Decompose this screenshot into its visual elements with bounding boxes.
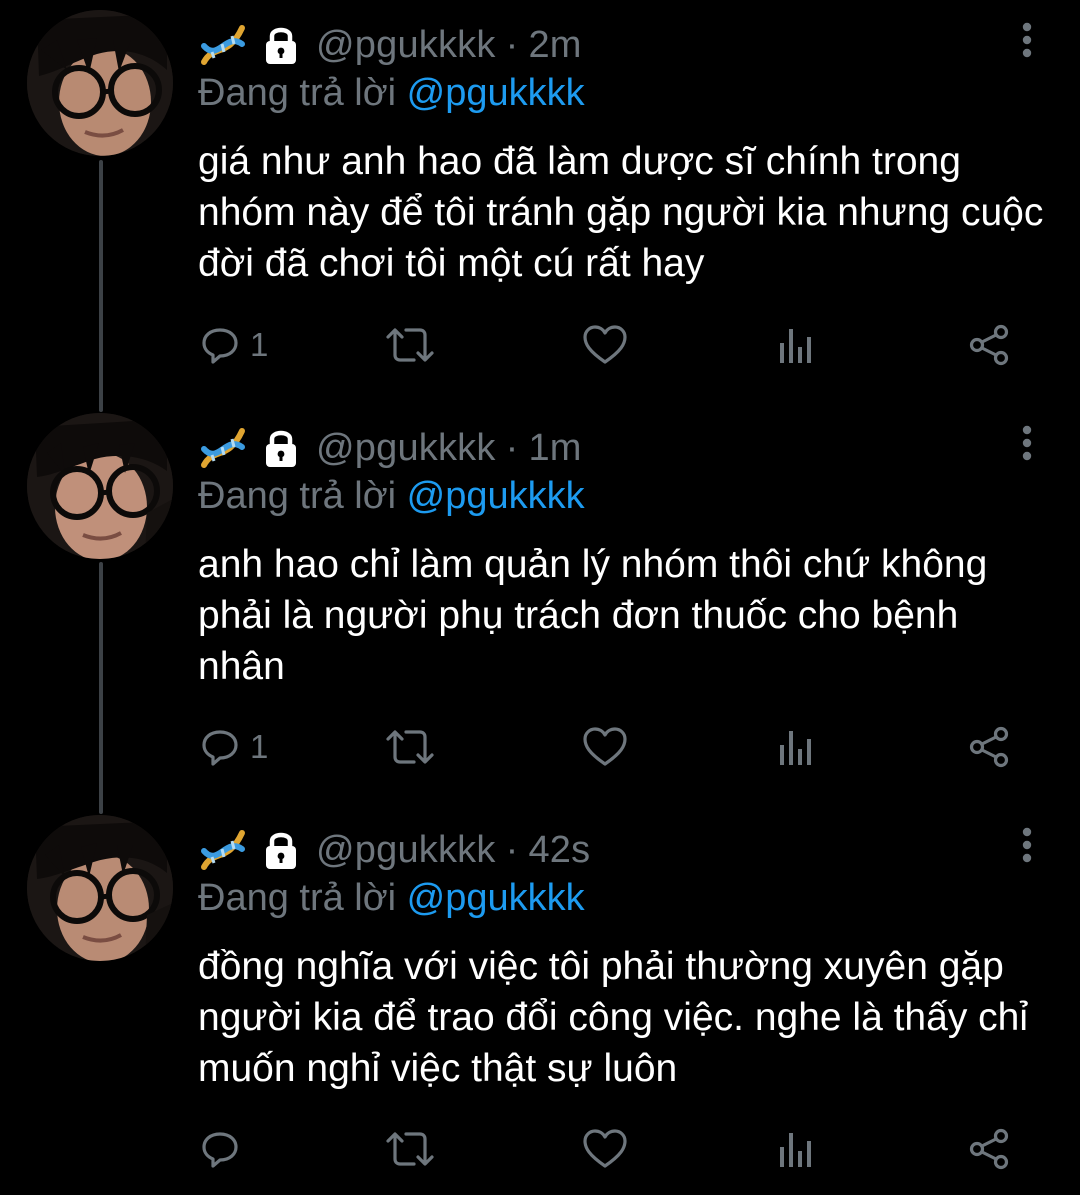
- separator-dot: ·: [505, 828, 519, 871]
- retweet-button[interactable]: [384, 1126, 436, 1172]
- analytics-icon: [780, 731, 811, 765]
- lock-icon: [266, 832, 296, 869]
- like-button[interactable]: [583, 1126, 627, 1172]
- like-button[interactable]: [583, 322, 627, 368]
- separator-dot: ·: [505, 23, 519, 66]
- replying-to-mention[interactable]: @pgukkkk: [407, 72, 585, 114]
- tweet[interactable]: @pgukkkk · 42s Đang trả lời @pgukkkk đồn…: [0, 805, 1080, 1195]
- avatar[interactable]: [27, 815, 173, 961]
- more-vertical-icon[interactable]: [1020, 425, 1034, 461]
- more-vertical-icon[interactable]: [1020, 827, 1034, 863]
- retweet-icon: [386, 328, 434, 362]
- tweet-text: anh hao chỉ làm quản lý nhóm thôi chứ kh…: [198, 543, 988, 688]
- separator-dot: ·: [505, 426, 519, 469]
- retweet-icon: [386, 1132, 434, 1166]
- share-button[interactable]: [968, 724, 1010, 770]
- tweet-text: đồng nghĩa với việc tôi phải thường xuyê…: [198, 945, 1029, 1090]
- heart-icon: [583, 727, 627, 766]
- replying-to-label: Đang trả lời: [198, 877, 397, 919]
- tweet-actions: 1: [200, 322, 1020, 368]
- share-button[interactable]: [968, 322, 1010, 368]
- tweet[interactable]: @pgukkkk · 1m Đang trả lời @pgukkkk anh …: [0, 403, 1080, 803]
- lock-icon: [266, 27, 296, 64]
- analytics-button[interactable]: [777, 1126, 817, 1172]
- tweet[interactable]: @pgukkkk · 2m Đang trả lời @pgukkkk giá …: [0, 0, 1080, 400]
- reply-button[interactable]: 1: [200, 322, 268, 368]
- like-button[interactable]: [583, 724, 627, 770]
- analytics-icon: [780, 1133, 811, 1167]
- analytics-button[interactable]: [777, 322, 817, 368]
- dna-emoji-icon: [201, 830, 245, 870]
- tweet-actions: 1: [200, 724, 1020, 770]
- reply-button[interactable]: 1: [200, 724, 268, 770]
- heart-icon: [583, 1129, 627, 1168]
- timestamp[interactable]: 1m: [528, 427, 581, 470]
- heart-icon: [583, 325, 627, 364]
- tweet-actions: [200, 1126, 1020, 1172]
- retweet-button[interactable]: [384, 724, 436, 770]
- tweet-header: @pgukkkk · 1m: [198, 423, 582, 473]
- reply-count: 1: [250, 326, 269, 363]
- dna-emoji-icon: [201, 25, 245, 65]
- dna-emoji-icon: [201, 428, 245, 468]
- analytics-button[interactable]: [777, 724, 817, 770]
- replying-to-label: Đang trả lời: [198, 475, 397, 517]
- reply-icon: [202, 328, 238, 364]
- replying-to: Đang trả lời @pgukkkk: [198, 877, 585, 920]
- replying-to-mention[interactable]: @pgukkkk: [407, 877, 585, 919]
- reply-button[interactable]: [200, 1126, 250, 1172]
- tweet-header: @pgukkkk · 42s: [198, 825, 590, 875]
- replying-to-label: Đang trả lời: [198, 72, 397, 114]
- tweet-header: @pgukkkk · 2m: [198, 20, 582, 70]
- reply-icon: [202, 730, 238, 766]
- reply-count: 1: [250, 728, 269, 765]
- timestamp[interactable]: 42s: [528, 829, 590, 872]
- reply-icon: [202, 1132, 238, 1168]
- author-handle[interactable]: @pgukkkk: [316, 829, 496, 872]
- analytics-icon: [780, 329, 811, 363]
- more-vertical-icon[interactable]: [1020, 22, 1034, 58]
- replying-to-mention[interactable]: @pgukkkk: [407, 475, 585, 517]
- author-handle[interactable]: @pgukkkk: [316, 427, 496, 470]
- retweet-button[interactable]: [384, 322, 436, 368]
- share-icon: [969, 1128, 1009, 1170]
- retweet-icon: [386, 730, 434, 764]
- avatar[interactable]: [27, 10, 173, 156]
- share-button[interactable]: [968, 1126, 1010, 1172]
- replying-to: Đang trả lời @pgukkkk: [198, 72, 585, 115]
- tweet-text: giá như anh hao đã làm dược sĩ chính tro…: [198, 140, 1044, 285]
- author-handle[interactable]: @pgukkkk: [316, 24, 496, 67]
- timestamp[interactable]: 2m: [528, 24, 581, 67]
- share-icon: [969, 324, 1009, 366]
- replying-to: Đang trả lời @pgukkkk: [198, 475, 585, 518]
- share-icon: [969, 726, 1009, 768]
- avatar[interactable]: [27, 413, 173, 559]
- lock-icon: [266, 430, 296, 467]
